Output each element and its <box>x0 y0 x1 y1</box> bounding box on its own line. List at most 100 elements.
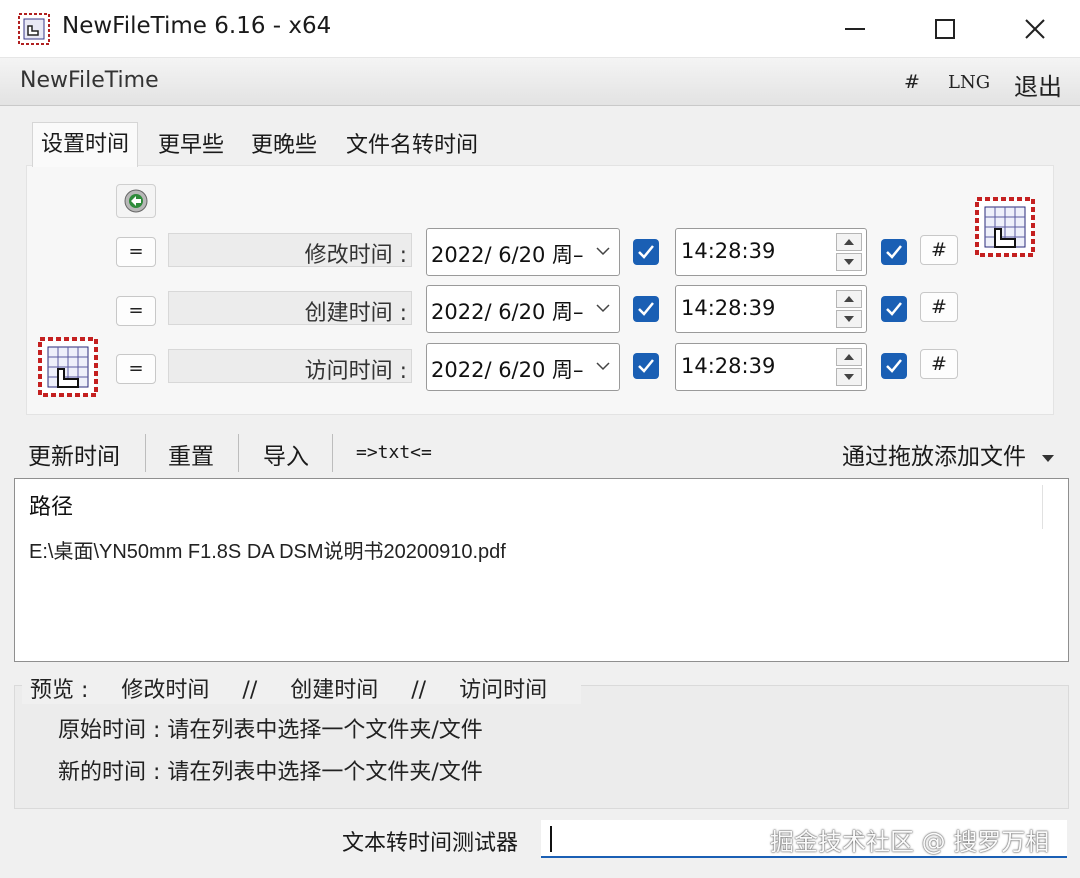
preview-created: 创建时间 <box>290 678 379 703</box>
tab-later[interactable]: 更晚些 <box>243 126 325 166</box>
new-time-text: 新的时间 : 请在列表中选择一个文件夹/文件 <box>58 760 483 785</box>
modified-time-field[interactable]: 14:28:39 <box>675 228 867 276</box>
spin-down-button[interactable] <box>836 253 862 271</box>
close-button[interactable] <box>990 0 1080 58</box>
created-label: 创建时间 : <box>304 301 407 326</box>
modified-time-checkbox[interactable] <box>881 239 907 265</box>
menu-app-label[interactable]: NewFileTime <box>20 68 159 93</box>
chevron-down-icon <box>596 247 610 256</box>
export-txt-button[interactable]: =>txt<= <box>356 442 432 463</box>
add-files-label: 通过拖放添加文件 <box>842 444 1026 470</box>
tester-label: 文本转时间测试器 <box>342 831 519 856</box>
minimize-button[interactable] <box>810 0 900 58</box>
title-bar: NewFileTime 6.16 - x64 <box>0 0 1080 58</box>
spin-up-button[interactable] <box>836 348 862 366</box>
accessed-date-checkbox[interactable] <box>633 353 659 379</box>
menu-language[interactable]: LNG <box>948 72 990 93</box>
tab-earlier[interactable]: 更早些 <box>150 126 232 166</box>
maximize-button[interactable] <box>900 0 990 58</box>
spin-down-button[interactable] <box>836 310 862 328</box>
check-icon <box>886 302 902 316</box>
tab-set-time[interactable]: 设置时间 <box>32 122 139 167</box>
column-header-path[interactable]: 路径 <box>29 489 73 521</box>
window-title: NewFileTime 6.16 - x64 <box>62 13 332 39</box>
modified-time-spinner[interactable] <box>836 233 862 271</box>
menu-exit[interactable]: 退出 <box>1014 67 1062 102</box>
menu-hash[interactable]: # <box>904 71 920 93</box>
file-list[interactable]: 路径 E:\桌面\YN50mm F1.8S DA DSM说明书20200910.… <box>14 478 1069 662</box>
modified-label-field: 修改时间 : <box>168 233 412 268</box>
check-icon <box>638 359 654 373</box>
accessed-time-spinner[interactable] <box>836 348 862 386</box>
add-files-dropdown[interactable]: 通过拖放添加文件 <box>842 437 1055 471</box>
accessed-hash-button[interactable]: # <box>920 349 958 379</box>
watermark: 掘金技术社区 @ 搜罗万相 <box>770 828 1050 856</box>
created-hash-button[interactable]: # <box>920 292 958 322</box>
accessed-time-value: 14:28:39 <box>681 354 776 378</box>
modified-equal-button[interactable]: = <box>116 237 156 267</box>
chevron-down-icon <box>596 362 610 371</box>
update-time-button[interactable]: 更新时间 <box>28 437 120 471</box>
accessed-label: 访问时间 : <box>304 359 407 384</box>
drag-target-icon[interactable] <box>975 197 1035 257</box>
refresh-icon <box>124 189 148 213</box>
modified-date-value: 2022/ 6/20 周– <box>431 243 584 267</box>
created-time-field[interactable]: 14:28:39 <box>675 285 867 333</box>
check-icon <box>886 245 902 259</box>
arrow-up-icon <box>844 354 854 360</box>
column-divider[interactable] <box>1042 485 1043 529</box>
arrow-down-icon <box>844 259 854 265</box>
tab-filename-to-time[interactable]: 文件名转时间 <box>338 126 486 166</box>
accessed-date-picker[interactable]: 2022/ 6/20 周– <box>426 343 620 391</box>
maximize-icon <box>935 19 955 39</box>
accessed-label-field: 访问时间 : <box>168 349 412 384</box>
caret-down-icon <box>1042 454 1055 462</box>
toolbar-separator <box>238 434 239 472</box>
preview-separator: // <box>411 678 427 703</box>
menu-bar: NewFileTime # LNG 退出 <box>0 58 1080 106</box>
accessed-time-checkbox[interactable] <box>881 353 907 379</box>
created-equal-button[interactable]: = <box>116 296 156 326</box>
created-date-checkbox[interactable] <box>633 296 659 322</box>
spin-up-button[interactable] <box>836 233 862 251</box>
created-time-checkbox[interactable] <box>881 296 907 322</box>
preview-accessed: 访问时间 <box>459 678 548 703</box>
preview-modified: 修改时间 <box>121 678 210 703</box>
arrow-up-icon <box>844 239 854 245</box>
preview-separator: // <box>242 678 258 703</box>
preview-legend: 预览 : 修改时间 // 创建时间 // 访问时间 <box>22 672 582 704</box>
spin-down-button[interactable] <box>836 368 862 386</box>
check-icon <box>638 302 654 316</box>
modified-label: 修改时间 : <box>304 243 407 268</box>
arrow-down-icon <box>844 316 854 322</box>
drag-source-icon[interactable] <box>38 337 98 397</box>
spin-up-button[interactable] <box>836 290 862 308</box>
created-time-value: 14:28:39 <box>681 296 776 320</box>
app-icon <box>18 13 50 45</box>
created-time-spinner[interactable] <box>836 290 862 328</box>
chevron-down-icon <box>596 304 610 313</box>
modified-date-picker[interactable]: 2022/ 6/20 周– <box>426 228 620 276</box>
minimize-icon <box>845 28 865 30</box>
toolbar-separator <box>145 434 146 472</box>
modified-hash-button[interactable]: # <box>920 235 958 265</box>
text-caret <box>550 826 552 852</box>
refresh-button[interactable] <box>116 184 156 218</box>
accessed-time-field[interactable]: 14:28:39 <box>675 343 867 391</box>
toolbar-separator <box>332 434 333 472</box>
check-icon <box>886 359 902 373</box>
list-item[interactable]: E:\桌面\YN50mm F1.8S DA DSM说明书20200910.pdf <box>29 535 506 564</box>
created-label-field: 创建时间 : <box>168 291 412 326</box>
original-time-text: 原始时间 : 请在列表中选择一个文件夹/文件 <box>58 718 483 743</box>
accessed-date-value: 2022/ 6/20 周– <box>431 358 584 382</box>
reset-button[interactable]: 重置 <box>168 437 214 471</box>
check-icon <box>638 245 654 259</box>
close-icon <box>1025 19 1045 39</box>
import-button[interactable]: 导入 <box>263 437 309 471</box>
created-date-picker[interactable]: 2022/ 6/20 周– <box>426 285 620 333</box>
modified-date-checkbox[interactable] <box>633 239 659 265</box>
created-date-value: 2022/ 6/20 周– <box>431 300 584 324</box>
accessed-equal-button[interactable]: = <box>116 354 156 384</box>
preview-label: 预览 : <box>30 678 89 703</box>
modified-time-value: 14:28:39 <box>681 239 776 263</box>
